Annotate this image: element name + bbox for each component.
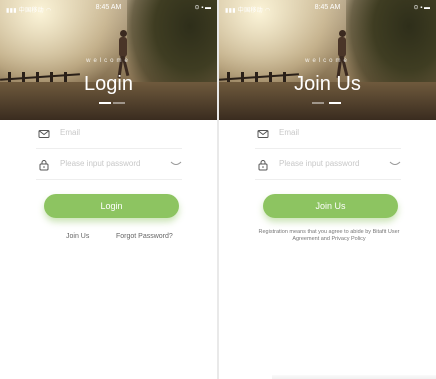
terms-text: Registration means that you agree to abi… — [258, 229, 400, 242]
runner-figure — [336, 30, 349, 79]
status-bar: ▮▮▮ 中国移动 ◠ 8:45 AM ⊙ ▪ ▬ — [219, 0, 436, 16]
email-field[interactable]: Email — [36, 118, 182, 149]
hero-image: ▮▮▮ 中国移动 ◠ 8:45 AM ⊙ ▪ ▬ welcome Login — [0, 0, 217, 120]
lock-icon — [258, 160, 268, 171]
hero-image: ▮▮▮ 中国移动 ◠ 8:45 AM ⊙ ▪ ▬ welcome Join Us — [219, 0, 436, 120]
welcome-text: welcome — [305, 58, 350, 64]
login-button[interactable]: Login — [44, 194, 179, 218]
password-field[interactable]: Please input password — [36, 149, 182, 180]
mail-icon — [257, 130, 269, 138]
email-input[interactable]: Email — [60, 128, 80, 137]
join-us-link[interactable]: Join Us — [66, 233, 89, 240]
password-input[interactable]: Please input password — [60, 159, 141, 168]
forgot-password-link[interactable]: Forgot Password? — [116, 233, 173, 240]
join-us-button[interactable]: Join Us — [263, 194, 398, 218]
runner-figure — [117, 30, 130, 79]
lock-icon — [39, 160, 49, 171]
page-title: Login — [84, 73, 133, 95]
welcome-text: welcome — [86, 58, 131, 64]
password-input[interactable]: Please input password — [279, 159, 360, 168]
tab-indicator-join[interactable] — [113, 102, 125, 104]
status-bar: ▮▮▮ 中国移动 ◠ 8:45 AM ⊙ ▪ ▬ — [0, 0, 217, 16]
page-title: Join Us — [294, 73, 361, 95]
login-screen: ▮▮▮ 中国移动 ◠ 8:45 AM ⊙ ▪ ▬ welcome Login E… — [0, 0, 217, 379]
status-right-icons: ⊙ ▪ ▬ — [194, 5, 212, 11]
status-right-icons: ⊙ ▪ ▬ — [413, 5, 431, 11]
status-time: 8:45 AM — [314, 4, 341, 11]
tab-indicator-login[interactable] — [312, 102, 324, 104]
mail-icon — [38, 130, 50, 138]
join-screen: ▮▮▮ 中国移动 ◠ 8:45 AM ⊙ ▪ ▬ welcome Join Us… — [219, 0, 436, 379]
email-input[interactable]: Email — [279, 128, 299, 137]
eye-closed-icon[interactable] — [389, 159, 401, 169]
tab-indicator-join[interactable] — [329, 102, 341, 104]
email-field[interactable]: Email — [255, 118, 401, 149]
tab-indicator-login[interactable] — [99, 102, 111, 104]
eye-closed-icon[interactable] — [170, 159, 182, 169]
status-time: 8:45 AM — [95, 4, 122, 11]
bottom-sheet-edge — [272, 375, 436, 379]
password-field[interactable]: Please input password — [255, 149, 401, 180]
